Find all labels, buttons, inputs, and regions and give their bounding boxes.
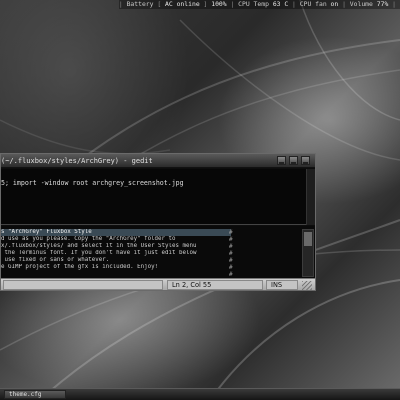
resize-grip-icon[interactable] — [302, 281, 312, 290]
volume-label: Volume — [349, 0, 373, 8]
ruler-mark: # — [229, 236, 233, 243]
text-editor[interactable]: s "ArchGrey" Fluxbox Style d use as you … — [1, 226, 315, 280]
ruler-mark: # — [229, 264, 233, 271]
command-line: 5; import -window root archgrey_screensh… — [1, 179, 184, 187]
maximize-button[interactable] — [289, 156, 298, 165]
editor-line[interactable]: e GIMP project of the gfx is included. E… — [1, 264, 231, 271]
minimize-button[interactable] — [277, 156, 286, 165]
status-message — [3, 280, 163, 290]
editor-line[interactable]: use fixed or sans or whatever. — [1, 257, 231, 264]
editor-line[interactable]: x/.fluxbox/styles/ and select it in the … — [1, 243, 231, 250]
taskbar: theme.cfg — [0, 388, 400, 400]
cpu-temp-value: 63 C — [272, 0, 289, 8]
ruler-mark: # — [229, 250, 233, 257]
volume-value: 77% — [376, 0, 389, 8]
ruler-mark: # — [229, 243, 233, 250]
battery-label: Battery — [126, 0, 154, 8]
cpu-fan-label: CPU fan — [299, 0, 327, 8]
editor-line[interactable]: s "ArchGrey" Fluxbox Style — [1, 229, 231, 236]
close-icon — [303, 162, 308, 164]
editor-lines: s "ArchGrey" Fluxbox Style d use as you … — [1, 229, 231, 278]
battery-status: AC online — [165, 0, 200, 8]
ruler-mark: # — [229, 271, 233, 278]
terminal-scrollbar[interactable] — [306, 169, 315, 225]
editor-scrollbar[interactable] — [302, 229, 314, 277]
taskbar-item[interactable]: theme.cfg — [4, 390, 66, 399]
maximize-icon — [291, 162, 296, 164]
editor-line[interactable]: d use as you please. Copy the "ArchGrey"… — [1, 236, 231, 243]
cpu-temp-label: CPU Temp — [238, 0, 269, 8]
minimize-icon — [279, 162, 284, 164]
window-titlebar[interactable]: (~/.fluxbox/styles/ArchGrey) - gedit — [1, 154, 315, 168]
editor-line[interactable] — [1, 271, 231, 278]
system-status-bar: | Battery [ AC online ] 100% | CPU Temp … — [118, 0, 400, 9]
battery-percent: 100% — [211, 0, 227, 8]
ruler-mark: # — [229, 257, 233, 264]
terminal-output[interactable]: 5; import -window root archgrey_screensh… — [1, 169, 315, 225]
gedit-window[interactable]: (~/.fluxbox/styles/ArchGrey) - gedit 5; … — [0, 153, 316, 291]
scrollbar-thumb[interactable] — [304, 232, 312, 246]
close-button[interactable] — [301, 156, 310, 165]
status-bar: Ln 2, Col 55 INS — [1, 278, 315, 290]
editor-line[interactable]: the Terminus font. If you don't have it … — [1, 250, 231, 257]
comment-ruler: # # # # # # # — [229, 229, 235, 278]
insert-mode[interactable]: INS — [266, 280, 298, 290]
window-title: (~/.fluxbox/styles/ArchGrey) - gedit — [1, 157, 153, 165]
cursor-position: Ln 2, Col 55 — [167, 280, 263, 290]
ruler-mark: # — [229, 229, 233, 236]
